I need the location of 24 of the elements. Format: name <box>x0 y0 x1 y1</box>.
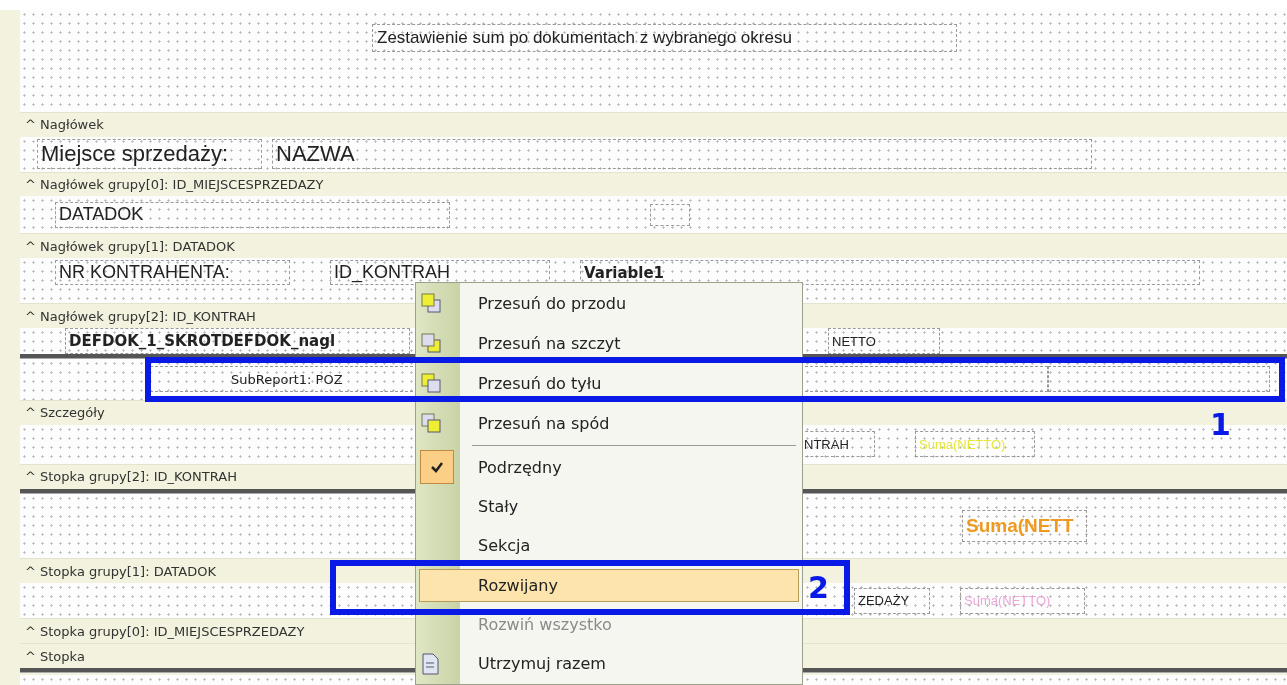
menu-item[interactable]: Przesuń na szczyt <box>416 332 802 354</box>
menu-item[interactable]: Przesuń do przodu <box>416 292 802 314</box>
text-field[interactable]: DATADOK <box>55 201 450 228</box>
layers-icon <box>420 412 442 434</box>
menu-item[interactable]: Przesuń do tyłu <box>416 372 802 394</box>
text-field[interactable]: NR KONTRAHENTA: <box>55 260 290 286</box>
empty-field[interactable] <box>1048 366 1270 393</box>
menu-item[interactable]: Utrzymuj razem <box>416 653 802 675</box>
menu-item[interactable]: Przesuń na spód <box>416 412 802 434</box>
report-title: Zestawienie sum po dokumentach z wybranego okresu <box>372 24 957 52</box>
menu-item[interactable]: Stały <box>416 495 802 518</box>
menu-item[interactable]: Podrzędny <box>416 449 802 485</box>
text-field[interactable]: NAZWA <box>272 139 1092 170</box>
layers-icon <box>420 332 442 354</box>
layers-icon <box>420 372 442 394</box>
empty-field[interactable] <box>650 203 690 226</box>
text-field[interactable]: Miejsce sprzedaży: <box>37 139 262 170</box>
annotation-number: 2 <box>808 573 829 603</box>
annotation-number: 1 <box>1210 410 1231 440</box>
menu-item[interactable]: Rozwijany <box>419 568 799 602</box>
layers-icon <box>420 292 442 314</box>
menu-item[interactable]: Sekcja <box>416 535 802 557</box>
document-icon <box>420 653 440 675</box>
text-field[interactable]: ZEDAŻY <box>854 587 930 614</box>
